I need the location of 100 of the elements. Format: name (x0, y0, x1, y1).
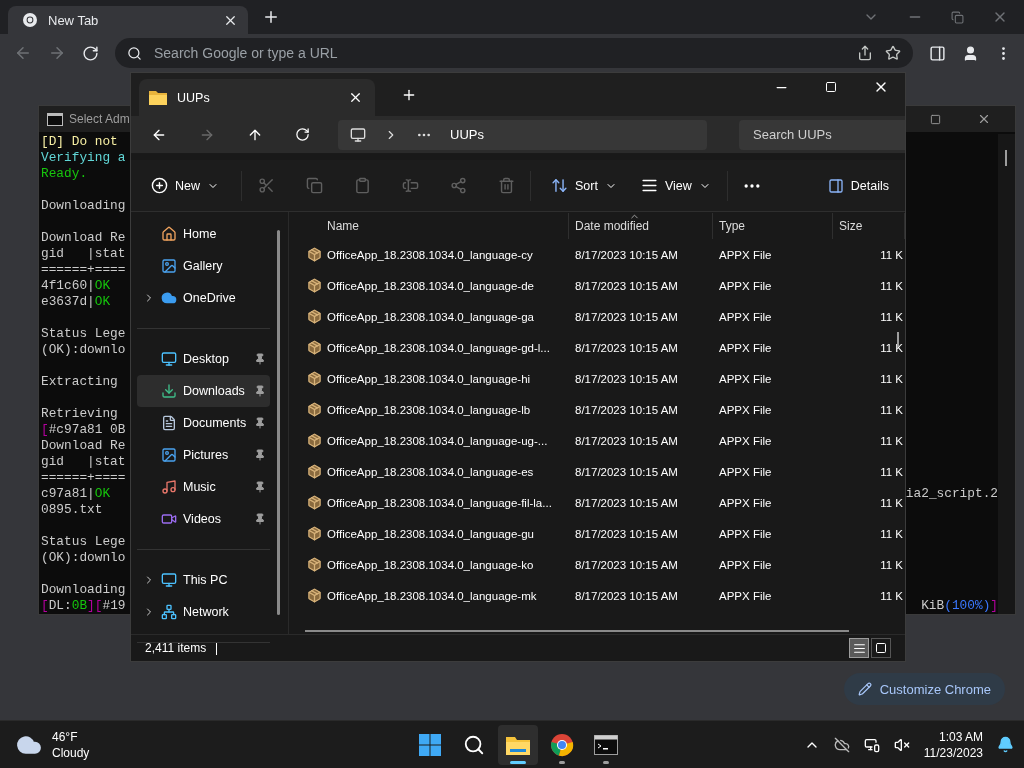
file-size: 11 K (879, 403, 904, 416)
file-row[interactable]: OfficeApp_18.2308.1034.0_language-de 8/17/2023 10:15 AM APPX File 11 K (289, 270, 905, 301)
file-name: OfficeApp_18.2308.1034.0_language-gd-l... (326, 341, 551, 354)
address-bar[interactable]: Search Google or type a URL (115, 38, 913, 68)
close-icon[interactable] (348, 90, 363, 105)
file-name: OfficeApp_18.2308.1034.0_language-es (326, 465, 535, 478)
console-text: Downloading (41, 582, 126, 598)
sidebar-item[interactable]: Network (137, 596, 270, 628)
explorer-tab[interactable]: UUPs (139, 79, 375, 116)
delete-icon[interactable] (497, 177, 515, 194)
new-tab-icon[interactable] (262, 8, 280, 26)
sidebar-item[interactable]: Documents (137, 407, 270, 439)
date-modified: 8/17/2023 10:15 AM (574, 589, 679, 602)
taskbar-app[interactable] (498, 724, 538, 765)
cloud-icon (161, 290, 177, 306)
console-text: gid |stat (41, 454, 126, 470)
file-size: 11 K (879, 372, 904, 385)
sidebar-item[interactable]: Home (137, 218, 270, 250)
paste-icon[interactable] (353, 177, 371, 194)
tiles-view-button[interactable] (871, 638, 891, 658)
reload-icon[interactable] (82, 44, 99, 62)
file-row[interactable]: OfficeApp_18.2308.1034.0_language-mk 8/17/2023 10:15 AM APPX File 11 K (289, 580, 905, 611)
clock[interactable]: 1:03 AM 11/23/2023 (923, 728, 983, 761)
file-row[interactable]: OfficeApp_18.2308.1034.0_language-gd-l... 8/17/2023 10:15 AM APPX File 11 K (289, 332, 905, 363)
download-icon (161, 383, 177, 399)
column-header[interactable]: Date modified (569, 213, 713, 239)
details-button[interactable]: Details (825, 173, 891, 198)
customize-chrome-button[interactable]: Customize Chrome (843, 673, 1005, 705)
file-row[interactable]: OfficeApp_18.2308.1034.0_language-ug-... 8/17/2023 10:15 AM APPX File 11 K (289, 425, 905, 456)
file-row[interactable]: OfficeApp_18.2308.1034.0_language-hi 8/17/2023 10:15 AM APPX File 11 K (289, 363, 905, 394)
sidebar-item[interactable]: Desktop (137, 343, 270, 375)
pin-icon (254, 353, 266, 365)
rename-icon[interactable] (401, 177, 419, 194)
file-row[interactable]: OfficeApp_18.2308.1034.0_language-ko 8/17/2023 10:15 AM APPX File 11 K (289, 549, 905, 580)
date-modified: 8/17/2023 10:15 AM (574, 403, 679, 416)
date-modified: 8/17/2023 10:15 AM (574, 527, 679, 540)
restore-icon[interactable] (951, 10, 964, 24)
side-panel-icon[interactable] (929, 44, 946, 62)
cloud-off-icon[interactable] (833, 736, 850, 753)
square-icon (875, 642, 887, 654)
date-modified: 8/17/2023 10:15 AM (574, 496, 679, 509)
package-icon (307, 402, 322, 417)
search-field[interactable]: Search UUPs (739, 119, 905, 150)
close-icon[interactable] (977, 112, 991, 126)
pin-icon (254, 385, 266, 397)
sidebar-item[interactable]: Music (137, 471, 270, 503)
file-size: 11 K (879, 558, 904, 571)
sort-button[interactable]: Sort (549, 173, 619, 198)
console-text: (OK):downlo (41, 550, 126, 566)
weather-widget[interactable]: 46°F Cloudy (16, 728, 410, 761)
file-type: APPX File (718, 527, 773, 540)
copy-icon[interactable] (305, 177, 323, 194)
view-button[interactable]: View (638, 173, 713, 198)
file-row[interactable]: OfficeApp_18.2308.1034.0_language-lb 8/17/2023 10:15 AM APPX File 11 K (289, 394, 905, 425)
sidebar-item[interactable]: Downloads (137, 375, 270, 407)
file-row[interactable]: OfficeApp_18.2308.1034.0_language-gu 8/17/2023 10:15 AM APPX File 11 K (289, 518, 905, 549)
details-view-button[interactable] (849, 638, 869, 658)
column-header[interactable]: Size (833, 213, 905, 239)
sidebar-item[interactable]: OneDrive (137, 282, 270, 314)
column-header[interactable]: Name (321, 213, 569, 239)
file-name: OfficeApp_18.2308.1034.0_language-de (326, 279, 535, 292)
network-icon[interactable] (863, 736, 880, 753)
file-type: APPX File (718, 341, 773, 354)
forward-icon[interactable] (48, 44, 66, 62)
file-row[interactable]: OfficeApp_18.2308.1034.0_language-es 8/17/2023 10:15 AM APPX File 11 K (289, 456, 905, 487)
column-header[interactable]: Type (713, 213, 833, 239)
file-name: OfficeApp_18.2308.1034.0_language-ga (326, 310, 535, 323)
sidebar-item[interactable]: Gallery (137, 250, 270, 282)
address-bar[interactable]: UUPs (338, 119, 707, 150)
new-button[interactable]: New (149, 173, 221, 198)
file-row[interactable]: OfficeApp_18.2308.1034.0_language-ga 8/17/2023 10:15 AM APPX File 11 K (289, 301, 905, 332)
file-row[interactable]: OfficeApp_18.2308.1034.0_language-fil-la... 8/17/2023 10:15 AM APPX File 11 K (289, 487, 905, 518)
sidebar-item[interactable]: This PC (137, 564, 270, 596)
file-size: 11 K (879, 310, 904, 323)
package-icon (307, 464, 322, 479)
date-modified: 8/17/2023 10:15 AM (574, 372, 679, 385)
notification-icon[interactable] (997, 736, 1014, 753)
network-icon (161, 604, 177, 620)
console-text: ======+==== (41, 262, 126, 278)
console-text: [DL:0B][#19 (41, 598, 126, 614)
search-icon (127, 45, 142, 61)
file-type: APPX File (718, 465, 773, 478)
star-icon[interactable] (885, 45, 901, 61)
file-row[interactable]: OfficeApp_18.2308.1034.0_language-cy 8/17/2023 10:15 AM APPX File 11 K (289, 239, 905, 270)
sidebar-item[interactable]: Videos (137, 503, 270, 535)
pin-icon (254, 513, 266, 525)
console-text: Download Re (41, 230, 126, 246)
browser-tab[interactable]: New Tab (8, 6, 248, 34)
sidebar-item[interactable]: Pictures (137, 439, 270, 471)
profile-icon[interactable] (962, 44, 979, 62)
details-pane-icon (827, 177, 844, 194)
chrome-logo-icon (22, 12, 38, 28)
cut-icon[interactable] (257, 177, 275, 194)
share-icon[interactable] (857, 45, 873, 61)
lines-icon (640, 177, 658, 194)
mute-icon[interactable] (893, 736, 910, 753)
console-text: Status Lege (41, 534, 126, 550)
refresh-icon[interactable] (295, 127, 310, 142)
breadcrumb-item[interactable]: UUPs (450, 127, 484, 142)
file-size: 11 K (879, 341, 904, 354)
